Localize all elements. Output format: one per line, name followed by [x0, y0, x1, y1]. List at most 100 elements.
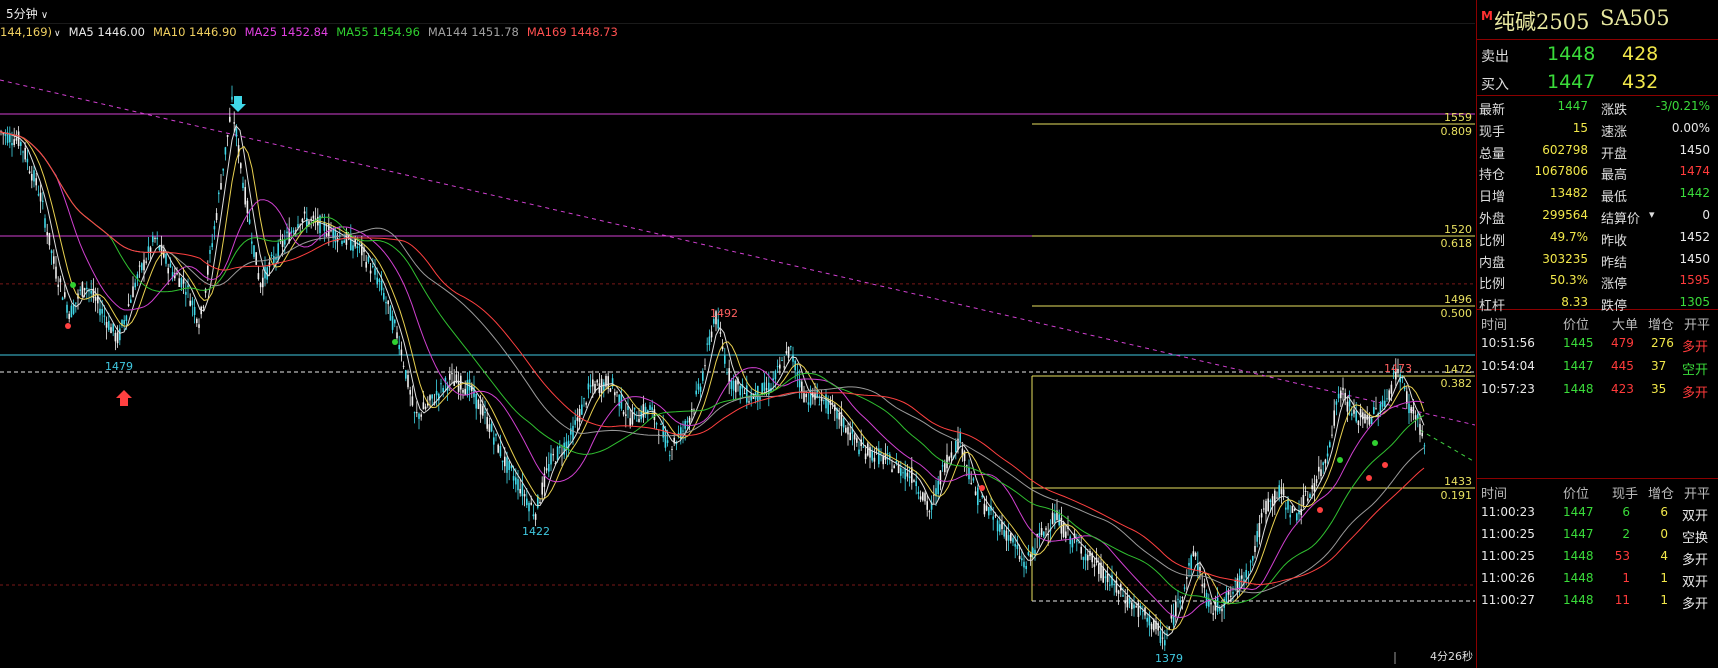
candle: [1375, 408, 1377, 410]
candle: [726, 372, 728, 374]
candle: [1291, 506, 1294, 513]
trade-big: 479: [1611, 336, 1634, 350]
candle: [1386, 398, 1388, 400]
candle: [581, 404, 583, 415]
candle: [785, 351, 788, 354]
candle: [545, 468, 548, 471]
tick-price: 1448: [1563, 593, 1594, 607]
candle: [1192, 551, 1195, 557]
candle: [402, 365, 405, 367]
tick-inc: 4: [1660, 549, 1668, 563]
candle: [398, 344, 400, 350]
candle: [1032, 548, 1034, 554]
quote-row: 比例 49.7% 昨收 1452: [1477, 227, 1718, 249]
big-trade-row[interactable]: 10:54:04 1447 445 37 空开: [1477, 355, 1718, 378]
candle: [202, 306, 205, 308]
candle: [717, 319, 719, 329]
candle: [477, 399, 480, 409]
candle: [512, 476, 515, 481]
candle: [389, 306, 392, 321]
candle: [286, 231, 288, 234]
candle: [50, 250, 53, 254]
trade-big: 445: [1611, 359, 1634, 373]
candle: [913, 480, 915, 482]
candle: [686, 420, 689, 423]
candle: [1296, 513, 1298, 521]
candle: [112, 323, 114, 332]
candle: [108, 320, 110, 330]
tick-row[interactable]: 11:00:26 1448 1 1 双开: [1477, 567, 1718, 590]
tick-price: 1448: [1563, 549, 1594, 563]
caret-down-icon[interactable]: ▾: [1649, 208, 1655, 221]
candle: [732, 380, 735, 391]
candle: [37, 194, 40, 196]
candle: [215, 213, 218, 221]
candle: [312, 215, 315, 219]
tick-header: 时间 价位 现手 增仓 开平: [1477, 479, 1718, 502]
candle: [1331, 434, 1333, 436]
candle: [180, 278, 183, 288]
candle: [521, 483, 524, 497]
candle: [1267, 498, 1269, 512]
candle: [213, 226, 216, 230]
candle: [974, 491, 977, 496]
quote-label: 持仓: [1479, 168, 1506, 184]
candle: [1337, 393, 1340, 399]
tick-row[interactable]: 11:00:23 1447 6 6 双开: [1477, 501, 1718, 524]
candle: [702, 372, 704, 381]
candle: [257, 273, 260, 280]
big-trade-row[interactable]: 10:57:23 1448 423 35 多开: [1477, 378, 1718, 401]
candle: [1412, 406, 1415, 414]
candle: [325, 233, 328, 236]
candle: [114, 332, 117, 342]
candle: [387, 300, 389, 305]
candle: [1304, 490, 1307, 492]
candle: [303, 211, 306, 214]
big-trade-row[interactable]: 10:51:56 1445 479 276 多开: [1477, 332, 1718, 355]
candle: [1194, 552, 1197, 557]
candle: [1410, 407, 1412, 413]
kline-canvas[interactable]: 15590.809 15200.618 14960.500 14720.382 1433…: [0, 0, 1475, 668]
candle: [1203, 583, 1206, 588]
candle: [61, 297, 64, 300]
candle: [418, 413, 420, 419]
low-label: 1422: [522, 525, 550, 538]
fib-price: 1559: [1444, 111, 1472, 124]
candle: [246, 200, 249, 214]
contract-code[interactable]: SA505: [1600, 6, 1670, 30]
kline-chart[interactable]: 1559 0.809 1520 0.618 1496 0.500 1472 0.382 1433…: [0, 0, 1475, 668]
candle: [1351, 413, 1353, 416]
candle: [695, 390, 697, 395]
candle: [442, 388, 444, 393]
quote-row: 总量 602798 开盘 1450: [1477, 140, 1718, 162]
candle: [1307, 498, 1309, 501]
chevron-down-icon[interactable]: ∨: [54, 29, 61, 39]
tick-row[interactable]: 11:00:25 1448 53 4 多开: [1477, 545, 1718, 568]
candle: [869, 447, 871, 458]
trade-big: 423: [1611, 382, 1634, 396]
candle: [1038, 532, 1041, 537]
tick-row[interactable]: 11:00:27 1448 11 1 多开: [1477, 589, 1718, 612]
candle: [1221, 608, 1223, 612]
contract-name[interactable]: 纯碱2505: [1494, 6, 1589, 36]
period-selector[interactable]: 5分钟 ∨: [6, 5, 48, 22]
arrow-up-icon: [116, 390, 132, 406]
candle: [182, 279, 185, 284]
candle: [1082, 556, 1085, 560]
candle: [475, 393, 477, 409]
quote-row: 持仓 1067806 最高 1474: [1477, 161, 1718, 183]
tick-row[interactable]: 11:00:25 1447 2 0 空换: [1477, 523, 1718, 546]
candle: [211, 243, 213, 248]
buy-marker: [70, 282, 76, 288]
candle: [864, 453, 867, 460]
candle: [130, 299, 132, 303]
sell-marker: [1366, 475, 1372, 481]
candle: [895, 460, 898, 463]
ask-volume: 428: [1622, 43, 1659, 65]
candle: [1326, 453, 1329, 457]
candle: [352, 245, 354, 251]
candle: [671, 449, 673, 451]
candle: [609, 388, 612, 392]
candle: [400, 349, 403, 356]
high-label: 1473: [1384, 362, 1412, 375]
